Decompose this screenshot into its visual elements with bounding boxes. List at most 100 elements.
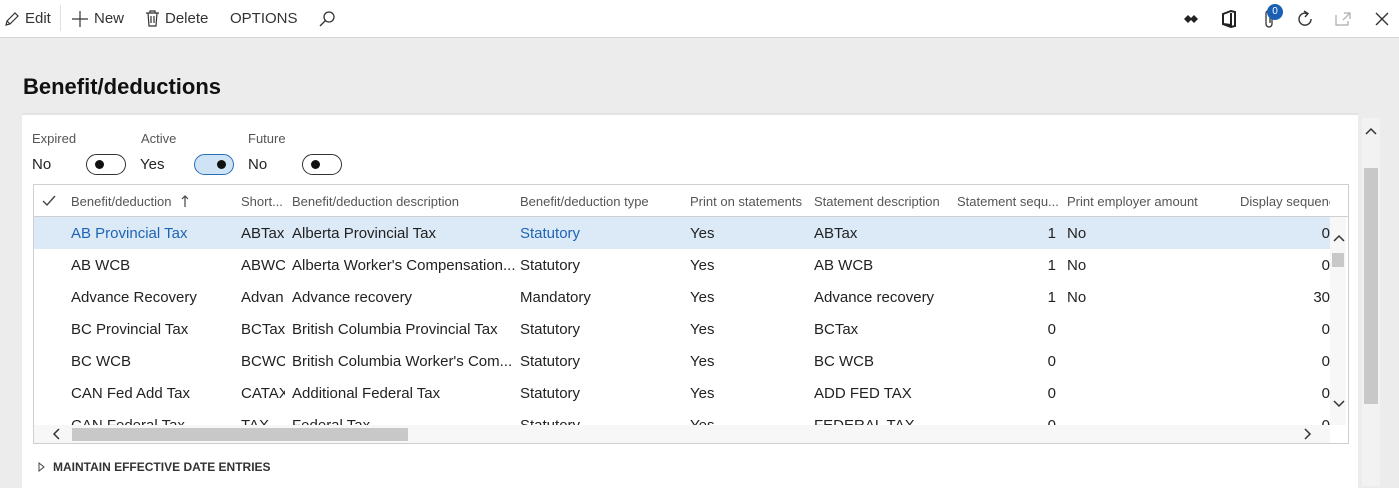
cell-short-name: CATAX bbox=[241, 385, 285, 402]
benefit-deductions-grid: Benefit/deduction Short... Benefit/deduc… bbox=[33, 184, 1349, 444]
expired-label: Expired bbox=[32, 131, 77, 146]
cell-description: Advance recovery bbox=[292, 289, 413, 306]
cell-description: Additional Federal Tax bbox=[292, 385, 441, 402]
cell-short-name: Advan bbox=[241, 289, 284, 306]
trash-icon bbox=[146, 10, 159, 27]
active-value: Yes bbox=[140, 156, 165, 173]
grid-header: Benefit/deduction Short... Benefit/deduc… bbox=[34, 185, 1348, 217]
table-row[interactable]: CAN Fed Add Tax CATAX Additional Federal… bbox=[34, 377, 1330, 409]
grid-scroll-right-icon[interactable] bbox=[1300, 427, 1314, 441]
cell-description: British Columbia Provincial Tax bbox=[292, 321, 498, 338]
column-header-print-employer-amount[interactable]: Print employer amount bbox=[1067, 194, 1198, 209]
expired-toggle[interactable] bbox=[86, 154, 126, 175]
cell-display-sequence: 0 bbox=[1321, 353, 1330, 370]
cell-short-name: BCWC bbox=[241, 353, 285, 370]
options-button[interactable]: OPTIONS bbox=[230, 0, 298, 37]
new-button[interactable]: New bbox=[71, 0, 124, 37]
grid-scroll-down-icon[interactable] bbox=[1332, 396, 1346, 410]
cell-statement-sequence: 0 bbox=[1047, 321, 1056, 338]
sort-ascending-icon bbox=[181, 195, 189, 207]
edit-button[interactable]: Edit bbox=[4, 0, 51, 37]
cell-type: Statutory bbox=[520, 353, 581, 370]
close-icon bbox=[1375, 12, 1389, 26]
office-button[interactable] bbox=[1218, 8, 1240, 30]
notification-badge: 0 bbox=[1267, 4, 1283, 20]
cell-statement-description: ADD FED TAX bbox=[814, 385, 912, 402]
cell-display-sequence: 30 bbox=[1313, 289, 1330, 306]
connections-button[interactable] bbox=[1180, 8, 1202, 30]
cell-short-name: BCTax bbox=[241, 321, 285, 338]
page-title: Benefit/deductions bbox=[23, 74, 222, 99]
column-header-statement-description[interactable]: Statement description bbox=[814, 194, 940, 209]
cell-statement-description: BCTax bbox=[814, 321, 859, 338]
diamond-icon bbox=[1184, 15, 1198, 23]
page-scroll-up-icon[interactable] bbox=[1364, 125, 1378, 139]
search-button[interactable] bbox=[316, 8, 338, 30]
cell-print-employer-amount: No bbox=[1067, 225, 1087, 242]
grid-vertical-scrollbar[interactable] bbox=[1330, 217, 1346, 425]
expired-value: No bbox=[32, 156, 52, 173]
cell-print-on-statements: Yes bbox=[690, 225, 715, 242]
cell-benefit-deduction[interactable]: CAN Fed Add Tax bbox=[71, 385, 190, 402]
new-label: New bbox=[94, 10, 125, 27]
refresh-button[interactable] bbox=[1294, 8, 1316, 30]
cell-benefit-deduction[interactable]: Advance Recovery bbox=[71, 289, 197, 306]
column-header-print-on-statements[interactable]: Print on statements bbox=[690, 194, 802, 209]
toggle-knob bbox=[95, 160, 104, 169]
cell-print-on-statements: Yes bbox=[690, 353, 715, 370]
table-row[interactable]: Advance Recovery Advan Advance recovery … bbox=[34, 281, 1330, 313]
cell-short-name: ABTax bbox=[241, 225, 285, 242]
cell-statement-sequence: 1 bbox=[1047, 225, 1056, 242]
active-label: Active bbox=[141, 131, 177, 146]
table-row[interactable]: AB Provincial Tax ABTax Alberta Provinci… bbox=[34, 217, 1330, 249]
maintain-effective-date-section-header[interactable]: MAINTAIN EFFECTIVE DATE ENTRIES bbox=[38, 460, 271, 474]
search-icon bbox=[319, 11, 335, 27]
cell-type: Statutory bbox=[520, 257, 581, 274]
popout-icon bbox=[1335, 12, 1351, 26]
column-header-display-sequence[interactable]: Display sequenc bbox=[1240, 194, 1330, 209]
cell-description: Alberta Provincial Tax bbox=[292, 225, 436, 242]
cell-description: British Columbia Worker's Com... bbox=[292, 353, 513, 370]
section-header-label: MAINTAIN EFFECTIVE DATE ENTRIES bbox=[53, 460, 271, 474]
cell-statement-sequence: 1 bbox=[1047, 257, 1056, 274]
future-value: No bbox=[248, 156, 268, 173]
open-new-window-button[interactable] bbox=[1332, 8, 1354, 30]
column-header-description[interactable]: Benefit/deduction description bbox=[292, 194, 459, 209]
cell-benefit-deduction[interactable]: BC Provincial Tax bbox=[71, 321, 188, 338]
cell-type: Statutory bbox=[520, 385, 581, 402]
cell-type: Mandatory bbox=[520, 289, 591, 306]
expand-triangle-icon bbox=[38, 462, 45, 472]
plus-icon bbox=[72, 10, 88, 27]
cell-display-sequence: 0 bbox=[1321, 257, 1330, 274]
table-row[interactable]: BC WCB BCWC British Columbia Worker's Co… bbox=[34, 345, 1330, 377]
refresh-icon bbox=[1298, 10, 1312, 26]
column-header-statement-sequence[interactable]: Statement sequ... bbox=[957, 194, 1059, 209]
grid-scroll-up-icon[interactable] bbox=[1332, 232, 1346, 246]
page-scrollbar-thumb[interactable] bbox=[1364, 168, 1378, 404]
cell-benefit-deduction[interactable]: BC WCB bbox=[71, 353, 131, 370]
column-header-benefit-deduction[interactable]: Benefit/deduction bbox=[71, 194, 189, 209]
delete-label: Delete bbox=[165, 10, 209, 27]
column-header-type[interactable]: Benefit/deduction type bbox=[520, 194, 649, 209]
grid-vertical-scrollbar-thumb[interactable] bbox=[1332, 253, 1344, 267]
toggle-knob bbox=[217, 160, 226, 169]
toolbar-divider bbox=[60, 5, 61, 31]
table-row[interactable]: AB WCB ABWC Alberta Worker's Compensatio… bbox=[34, 249, 1330, 281]
cell-benefit-deduction[interactable]: AB WCB bbox=[71, 257, 130, 274]
select-all-checkmark-icon[interactable] bbox=[42, 195, 56, 207]
options-label: OPTIONS bbox=[230, 10, 298, 27]
cell-statement-sequence: 0 bbox=[1047, 385, 1056, 402]
cell-print-employer-amount: No bbox=[1067, 257, 1087, 274]
close-button[interactable] bbox=[1371, 8, 1393, 30]
toggle-knob bbox=[311, 160, 320, 169]
grid-horizontal-scrollbar-thumb[interactable] bbox=[72, 428, 408, 441]
cell-benefit-deduction[interactable]: AB Provincial Tax bbox=[71, 225, 187, 242]
future-label: Future bbox=[248, 131, 286, 146]
delete-button[interactable]: Delete bbox=[145, 0, 208, 37]
grid-scroll-left-icon[interactable] bbox=[50, 427, 64, 441]
active-toggle[interactable] bbox=[194, 154, 234, 175]
column-header-short-name[interactable]: Short... bbox=[241, 194, 283, 209]
cell-short-name: ABWC bbox=[241, 257, 285, 274]
future-toggle[interactable] bbox=[302, 154, 342, 175]
table-row[interactable]: BC Provincial Tax BCTax British Columbia… bbox=[34, 313, 1330, 345]
